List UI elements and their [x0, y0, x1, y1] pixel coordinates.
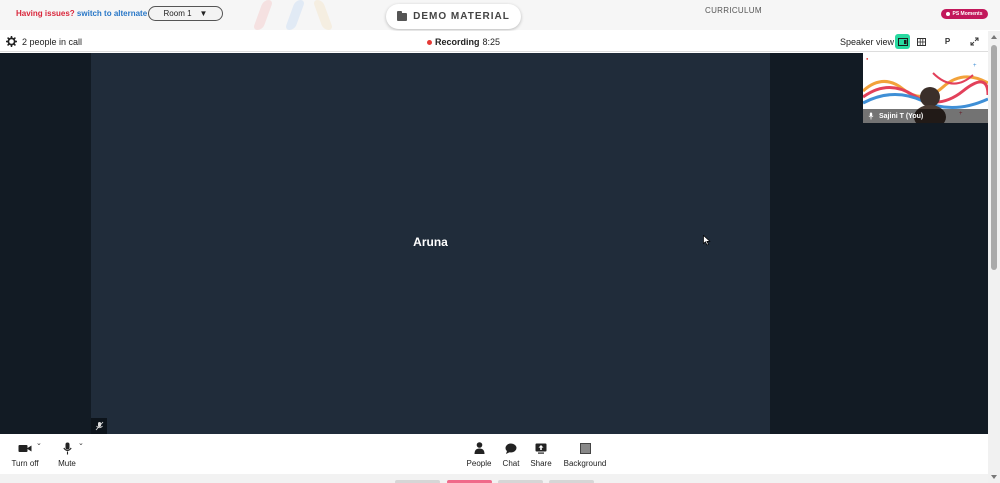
- mic-toggle-label: Mute: [58, 459, 76, 468]
- camera-toggle-label: Turn off: [11, 459, 39, 468]
- room-select-value: Room 1: [163, 9, 192, 18]
- recording-time: 8:25: [482, 37, 501, 47]
- expand-icon: [970, 37, 979, 46]
- call-toolbar: Turn off ⌄ Mute ⌄ People Chat Share Back…: [0, 434, 988, 474]
- scroll-down-arrow-icon[interactable]: [991, 475, 997, 479]
- share-button-label: Share: [530, 459, 552, 468]
- dropdown-arrow-icon: ▼: [199, 9, 208, 18]
- brand-logo-icon: ●: [866, 56, 869, 61]
- participant-muted-indicator: [91, 418, 107, 434]
- self-video-tile[interactable]: + + ● Sajini T (You): [863, 53, 988, 123]
- people-button[interactable]: People: [463, 434, 495, 474]
- issues-text: Having issues?: [16, 9, 75, 18]
- background-button[interactable]: Background: [560, 434, 610, 474]
- moments-icon: [946, 12, 951, 16]
- share-button[interactable]: Share: [527, 434, 555, 474]
- top-banner: Having issues? switch to alternate room …: [0, 0, 1000, 30]
- gear-icon[interactable]: [6, 36, 17, 47]
- room-select[interactable]: Room 1 ▼: [148, 6, 223, 21]
- moments-badge[interactable]: PS Moments: [941, 9, 988, 19]
- svg-text:+: +: [973, 63, 977, 69]
- issues-notice: Having issues? switch to alternate room: [16, 9, 169, 18]
- chat-button[interactable]: Chat: [499, 434, 523, 474]
- main-participant-tile[interactable]: Aruna: [91, 53, 770, 434]
- camera-options-chevron-icon[interactable]: ⌄: [36, 439, 42, 447]
- microphone-icon: [868, 112, 874, 120]
- view-mode-label: Speaker view: [840, 37, 895, 47]
- self-name-bar: Sajini T (You): [863, 109, 988, 123]
- recording-indicator: Recording 8:25: [427, 37, 500, 47]
- recording-dot-icon: [427, 39, 432, 45]
- call-header: 2 people in call Recording 8:25 Speaker …: [0, 31, 988, 52]
- mic-toggle-button[interactable]: Mute: [54, 434, 80, 474]
- scrollbar-thumb[interactable]: [991, 45, 997, 270]
- page-scrollbar[interactable]: [988, 31, 1000, 483]
- bottom-tab-strip: [0, 474, 988, 483]
- presenter-button[interactable]: P: [940, 34, 955, 49]
- speaker-layout-icon: [897, 37, 908, 46]
- screen-share-icon: [535, 443, 547, 454]
- mic-options-chevron-icon[interactable]: ⌄: [78, 439, 84, 447]
- video-stage: Aruna + +: [0, 53, 988, 434]
- grid-layout-icon: [917, 37, 926, 46]
- decorative-stripe: [312, 0, 334, 30]
- self-participant-name: Sajini T (You): [879, 112, 924, 120]
- moments-badge-label: PS Moments: [952, 11, 983, 17]
- microphone-icon: [62, 442, 72, 454]
- demo-material-label: DEMO MATERIAL: [413, 11, 510, 22]
- main-participant-name: Aruna: [413, 235, 448, 249]
- background-button-label: Background: [563, 459, 607, 468]
- demo-material-button[interactable]: DEMO MATERIAL: [386, 4, 521, 29]
- person-icon: [474, 442, 484, 454]
- scroll-up-arrow-icon[interactable]: [991, 35, 997, 39]
- mic-off-icon: [95, 421, 103, 431]
- fullscreen-button[interactable]: [967, 34, 982, 49]
- background-image-icon: [579, 442, 591, 454]
- grid-view-button[interactable]: [914, 34, 929, 49]
- chat-button-label: Chat: [502, 459, 520, 468]
- app-root: Having issues? switch to alternate room …: [0, 0, 1000, 483]
- chat-bubble-icon: [505, 443, 517, 454]
- people-count: 2 people in call: [22, 37, 83, 47]
- people-button-label: People: [466, 459, 492, 468]
- mouse-cursor-icon: [703, 235, 711, 246]
- recording-label: Recording: [435, 37, 480, 47]
- curriculum-link[interactable]: CURRICULUM: [705, 6, 762, 15]
- speaker-view-button[interactable]: [895, 34, 910, 49]
- video-camera-icon: [18, 444, 32, 452]
- decorative-stripe: [252, 0, 274, 30]
- decorative-stripe: [284, 0, 306, 30]
- folder-icon: [397, 10, 408, 21]
